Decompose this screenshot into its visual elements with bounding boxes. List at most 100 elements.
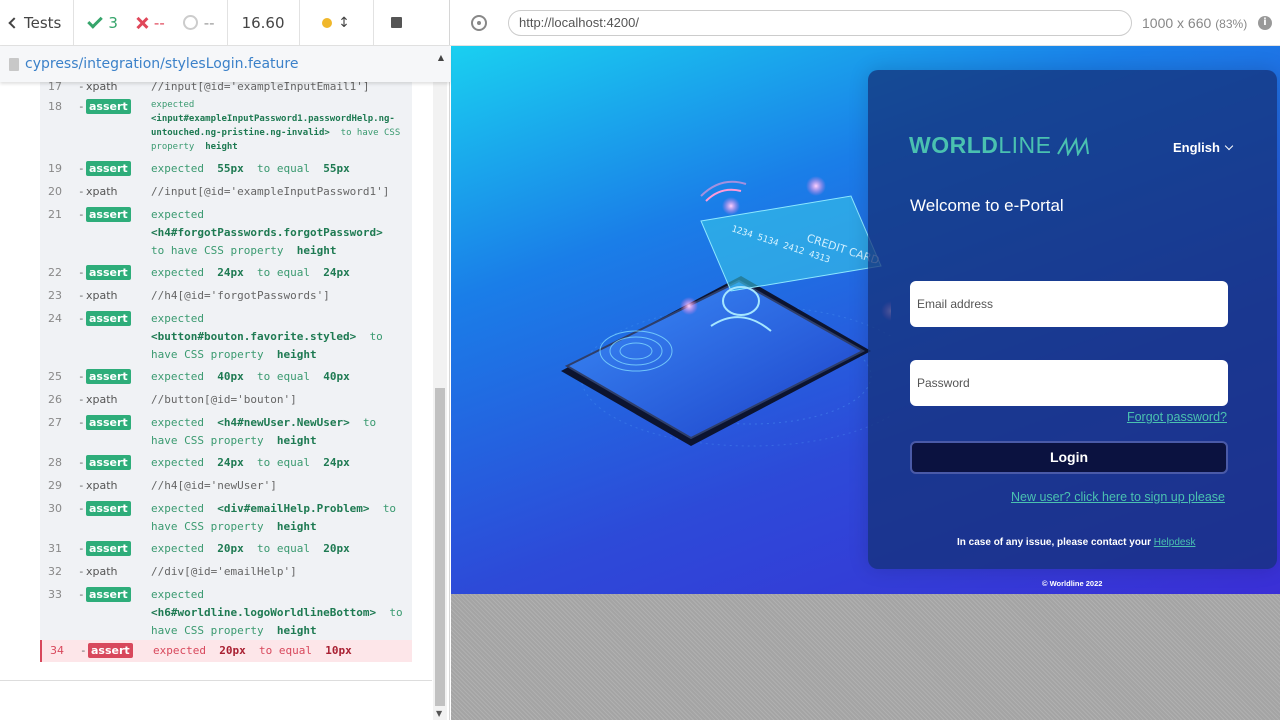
command-dash: - [78,542,85,555]
msg-value: 24px [323,266,350,279]
command-number: 30 [48,502,62,515]
msg-subject: 20px [219,644,246,657]
command-row-failed[interactable]: 34 - assert expected 20px to equal 10px [40,640,412,662]
command-row[interactable]: 27 - assert expected <h4#newUser.NewUser> t… [40,412,412,448]
tests-button[interactable]: Tests [0,0,75,46]
command-message: expected 24px to equal 24px [151,454,409,472]
command-number: 21 [48,208,62,221]
command-message: //div[@id='emailHelp'] [151,565,297,578]
command-number: 25 [48,370,62,383]
command-message: //h4[@id='forgotPasswords'] [151,289,330,302]
scroll-up-arrow-icon[interactable]: ▲ [438,53,444,62]
issue-note: In case of any issue, please contact you… [957,537,1195,548]
command-dash: - [78,479,85,492]
spec-path[interactable]: cypress/integration/stylesLogin.feature [25,56,299,72]
msg-value: 20px [323,542,350,555]
logo-text-thin: LINE [998,132,1052,158]
assert-badge-label: assert [86,501,131,516]
command-dash: - [78,208,85,221]
stop-button[interactable] [374,0,420,46]
selector-playground-icon[interactable] [471,15,487,31]
worldline-logo: WORLD LINE [909,132,1096,159]
command-row[interactable]: 19 - assert expected 55px to equal 55px [40,158,412,180]
assert-badge-label: assert [86,161,131,176]
command-dash: - [78,502,85,515]
duration: 16.60 [226,0,300,46]
scroll-down-arrow-icon[interactable]: ▼ [436,709,442,718]
command-message: expected 20px to equal 20px [151,540,409,558]
command-row[interactable]: 28 - assert expected 24px to equal 24px [40,452,412,474]
command-number: 26 [48,393,62,406]
command-row[interactable]: 32 - xpath //div[@id='emailHelp'] [40,561,412,583]
app-under-test: CREDIT CARD 1234 5134 2412 4313 WORLD LIN… [451,46,1280,594]
assert-badge: assert [86,207,131,222]
command-row[interactable]: 31 - assert expected 20px to equal 20px [40,538,412,560]
msg-verb: to equal [256,542,310,555]
command-row[interactable]: 26 - xpath //button[@id='bouton'] [40,389,412,411]
msg-expected: expected [151,312,204,325]
command-number: 33 [48,588,62,601]
msg-value: height [276,348,317,361]
new-user-link[interactable]: New user? click here to sign up please [1011,490,1225,504]
msg-verb: to equal [256,266,310,279]
command-number: 28 [48,456,62,469]
command-dash: - [78,370,85,383]
password-field[interactable]: Password [910,360,1228,406]
command-row[interactable]: 18 - assert expected <input#exampleInputPas… [40,96,412,154]
command-message: expected 24px to equal 24px [151,264,409,282]
assert-badge: assert [86,311,131,326]
command-dash: - [78,162,85,175]
command-number: 17 [48,82,62,93]
assert-badge-label: assert [86,99,131,114]
command-number: 23 [48,289,62,302]
pending-count: -- [174,0,227,46]
command-row[interactable]: 20 - xpath //input[@id='exampleInputPasswor… [40,181,412,203]
msg-subject: <div#emailHelp.Problem> [217,502,370,515]
command-row[interactable]: 33 - assert expected <h6#worldline.logoWorl… [40,584,412,638]
spec-path-bar[interactable]: cypress/integration/stylesLogin.feature … [0,46,450,82]
msg-value: height [276,434,317,447]
auto-scroll-toggle[interactable]: ↕ [300,0,374,46]
login-button[interactable]: Login [910,441,1228,474]
url-input[interactable]: http://localhost:4200/ [508,10,1132,36]
helpdesk-link[interactable]: Helpdesk [1154,537,1196,548]
passed-value: 3 [108,13,118,32]
assert-badge: assert [86,587,131,602]
command-row[interactable]: 24 - assert expected <button#bouton.favorit… [40,308,412,362]
command-message: //h4[@id='newUser'] [151,479,277,492]
forgot-password-link[interactable]: Forgot password? [1127,410,1227,424]
assert-badge: assert [86,99,131,114]
command-row[interactable]: 29 - xpath //h4[@id='newUser'] [40,475,412,497]
msg-value: height [276,624,317,637]
tests-label: Tests [24,13,62,32]
msg-verb: to equal [256,162,310,175]
command-row[interactable]: 25 - assert expected 40px to equal 40px [40,366,412,388]
assert-badge-label: assert [86,587,131,602]
command-row[interactable]: 17 - xpath //input[@id='exampleInputEmail1'… [40,82,412,96]
command-number: 18 [48,100,62,113]
msg-expected: expected [151,542,204,555]
command-message: expected <div#emailHelp.Problem> to have… [151,500,409,536]
command-message: expected <h4#newUser.NewUser> to have CS… [151,414,409,450]
language-selector[interactable]: English [1173,140,1234,155]
command-name: xpath [86,185,118,198]
command-row[interactable]: 21 - assert expected <h4#forgotPasswords.fo… [40,204,412,258]
command-row[interactable]: 30 - assert expected <div#emailHelp.Problem… [40,498,412,534]
info-icon[interactable]: i [1258,16,1272,30]
stop-icon [391,17,403,28]
msg-subject: <h6#worldline.logoWorldlineBottom> [151,606,377,619]
command-row[interactable]: 23 - xpath //h4[@id='forgotPasswords'] [40,285,412,307]
assert-badge-label: assert [86,369,131,384]
failed-value: -- [153,13,165,32]
command-dash: - [78,416,85,429]
scrollbar[interactable]: ▼ [433,82,447,720]
msg-verb: to equal [256,370,310,383]
email-field[interactable]: Email address [910,281,1228,327]
command-dash: - [78,588,85,601]
command-dash: - [78,565,85,578]
scrollbar-thumb[interactable] [435,388,445,706]
command-number: 34 [50,644,64,657]
assert-badge: assert [86,541,131,556]
command-row[interactable]: 22 - assert expected 24px to equal 24px [40,262,412,284]
assert-badge-label: assert [86,207,131,222]
